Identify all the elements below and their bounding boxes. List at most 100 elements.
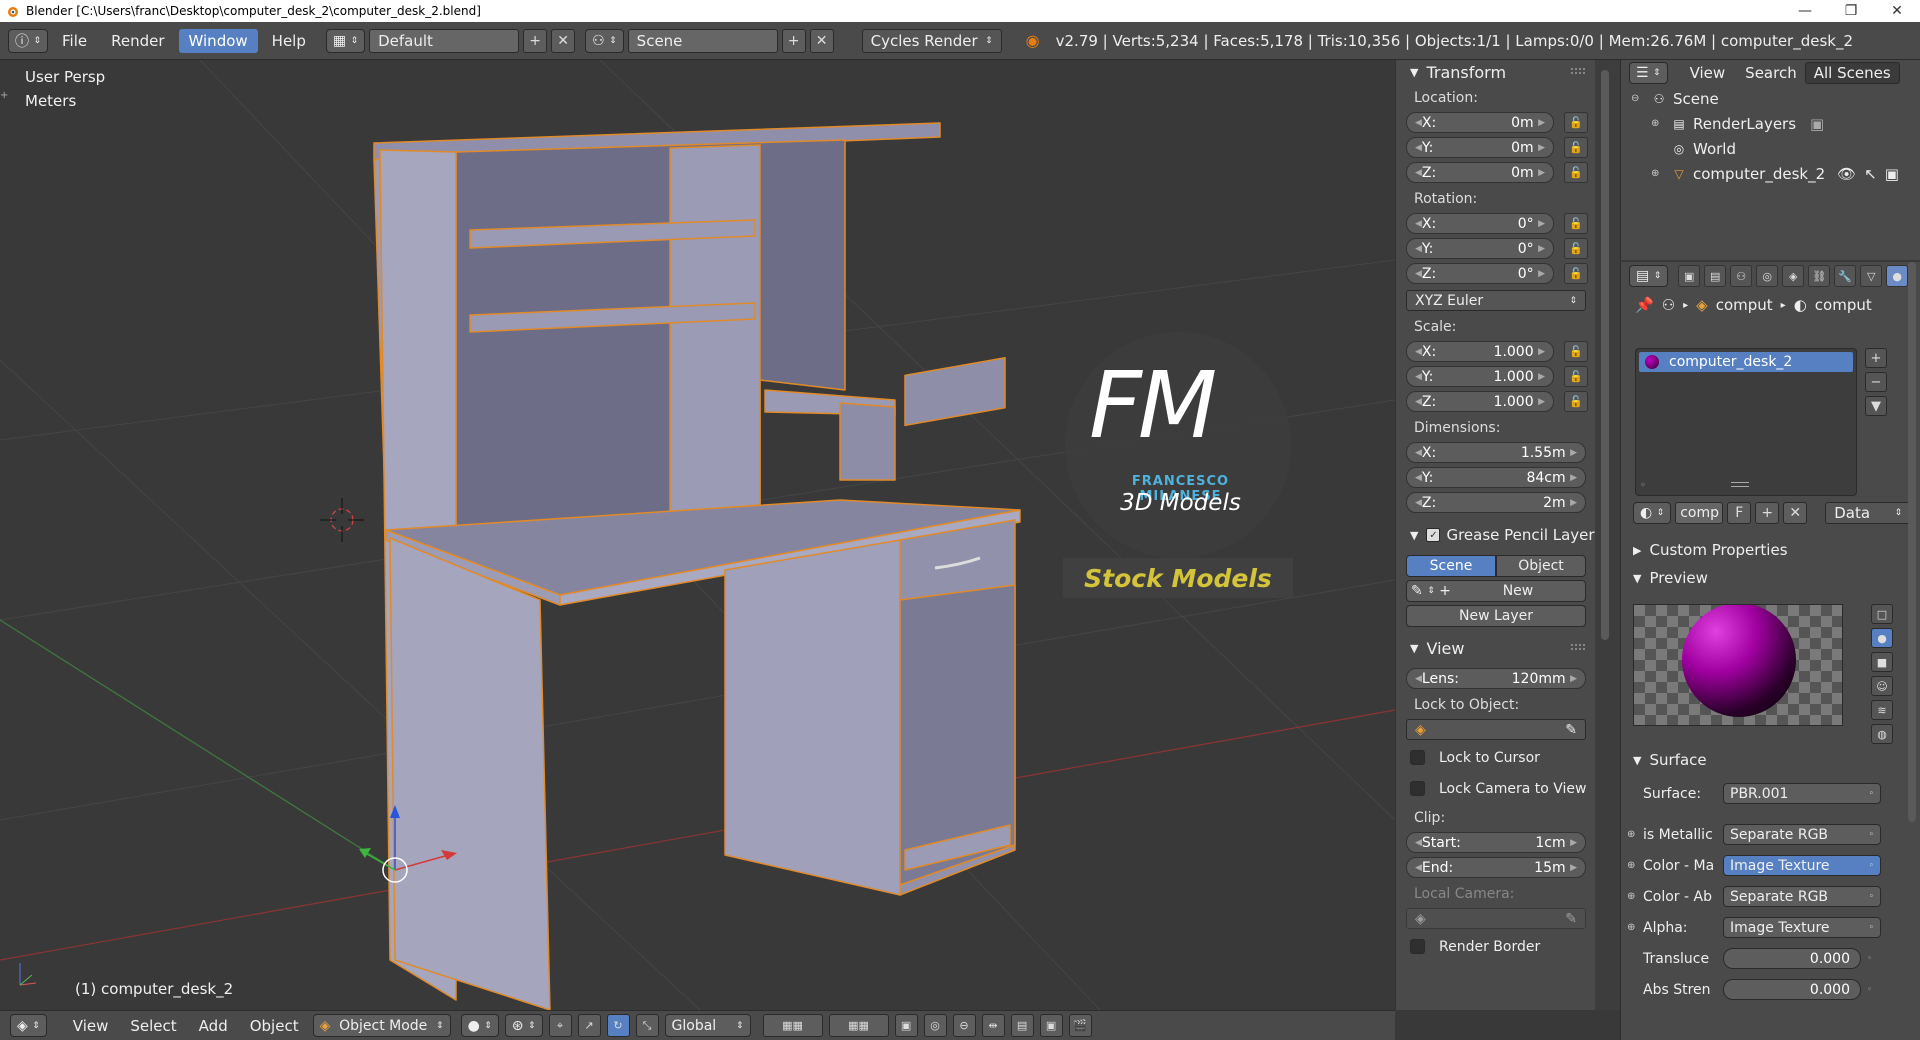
preview-header[interactable]: ▼ Preview (1621, 566, 1911, 590)
dimensions-z-field[interactable]: ◀ Z: 2m ▶ (1406, 492, 1586, 513)
lock-icon[interactable]: 🔓 (1564, 137, 1588, 158)
slot-specials-arrow-icon[interactable]: ▼ (1865, 396, 1887, 416)
object-tab-icon[interactable]: ◈ (1782, 265, 1805, 287)
world-tab-icon[interactable]: ◎ (1756, 265, 1779, 287)
rotate-manipulator-icon[interactable]: ↻ (606, 1014, 630, 1037)
preview-hair-icon[interactable]: ≋ (1871, 700, 1893, 720)
scene-field[interactable]: Scene (627, 28, 778, 53)
unlink-material-x-icon[interactable]: ✕ (1783, 502, 1808, 524)
transform-orientation-dropdown[interactable]: Global ⇕ (664, 1014, 751, 1037)
abs-strength-slider[interactable]: 0.000 (1723, 979, 1861, 1000)
minimize-button[interactable]: — (1782, 0, 1828, 22)
outliner-display-mode[interactable]: All Scenes (1804, 62, 1900, 84)
editor-type-info-button[interactable]: ⓘ ⇕ (8, 28, 48, 53)
maximize-button[interactable]: ❐ (1828, 0, 1874, 22)
lock-icon[interactable]: 🔓 (1564, 341, 1588, 362)
lock-object-field[interactable]: ◈ ✎ (1406, 719, 1586, 740)
location-x-field[interactable]: ◀ X: 0m ▶ (1406, 112, 1554, 133)
lock-icon[interactable]: 🔓 (1564, 263, 1588, 284)
lock-layers-icon[interactable]: ▣ (894, 1014, 918, 1037)
tree-item-scene[interactable]: ⊖ ⚇ Scene (1621, 86, 1920, 111)
render-engine-dropdown[interactable]: Cycles Render ⇕ (861, 28, 1002, 53)
onion-skin-icon[interactable]: ▤ (1010, 1014, 1034, 1037)
render-camera-icon[interactable]: ▣ (1885, 165, 1899, 183)
menu-view[interactable]: View (65, 1015, 117, 1037)
material-tab-icon[interactable]: ● (1886, 265, 1909, 287)
layers-grid-2-icon[interactable]: ▦▦ (828, 1014, 889, 1037)
mode-dropdown[interactable]: ◈ Object Mode ⇕ (312, 1014, 451, 1037)
socket-expand-icon[interactable]: ⊕ (1627, 829, 1637, 840)
shelf-scrollbar[interactable] (1601, 70, 1609, 640)
translate-manipulator-icon[interactable]: ↗ (577, 1014, 601, 1037)
lock-camera-row[interactable]: Lock Camera to View (1396, 773, 1595, 804)
scale-manipulator-icon[interactable]: ⤡ (635, 1014, 659, 1037)
lock-icon[interactable]: 🔓 (1564, 238, 1588, 259)
scale-z-field[interactable]: ◀ Z: 1.000 ▶ (1406, 391, 1554, 412)
pin-icon[interactable]: 📌 (1635, 296, 1654, 314)
scale-x-field[interactable]: ◀ X: 1.000 ▶ (1406, 341, 1554, 362)
material-browse-button[interactable]: ◐ ⇕ (1633, 502, 1672, 524)
input-link-button[interactable]: Image Texture ◦ (1723, 855, 1881, 876)
outliner-view-menu[interactable]: View (1690, 64, 1726, 82)
dimensions-y-field[interactable]: ◀ Y: 84cm ▶ (1406, 467, 1586, 488)
fake-user-button[interactable]: F (1727, 502, 1752, 524)
pivot-point-dropdown[interactable]: ⊛ ⇕ (504, 1014, 543, 1037)
3d-viewport[interactable]: + User Persp Meters (1) computer_desk_2 (0, 60, 1395, 1010)
surface-shader-button[interactable]: PBR.001 ◦ (1723, 783, 1881, 804)
proportional-edit-icon[interactable]: ◎ (923, 1014, 947, 1037)
drag-grip-icon[interactable] (1571, 644, 1585, 650)
scale-y-field[interactable]: ◀ Y: 1.000 ▶ (1406, 366, 1554, 387)
render-layers-tab-icon[interactable]: ▤ (1704, 265, 1727, 287)
editor-type-3d-button[interactable]: ◈ ⇕ (10, 1014, 47, 1037)
socket-link-icon[interactable]: ◦ (1867, 985, 1872, 995)
outliner-editor-type-button[interactable]: ☰ ⇕ (1629, 62, 1668, 84)
object-tab[interactable]: Object (1496, 554, 1586, 577)
scene-selector-button[interactable]: ⚇ ⇕ (585, 28, 624, 53)
lock-icon[interactable]: 🔓 (1564, 391, 1588, 412)
screen-layout-button[interactable]: ▦ ⇕ (325, 28, 366, 53)
lens-field[interactable]: ◀ Lens: 120mm ▶ (1406, 668, 1586, 689)
tree-item-computer-desk[interactable]: ⊕ ▽ computer_desk_2 👁 ↖ ▣ (1621, 161, 1920, 186)
remove-layout-x-icon[interactable]: ✕ (551, 28, 576, 53)
transform-panel-header[interactable]: ▼ Transform (1396, 60, 1595, 84)
socket-expand-icon[interactable]: ⊕ (1627, 860, 1637, 871)
selectable-cursor-icon[interactable]: ↖ (1864, 165, 1877, 183)
link-mode-dropdown[interactable]: Data ⇕ (1825, 502, 1912, 524)
lock-to-cursor-row[interactable]: Lock to Cursor (1396, 742, 1595, 773)
checkbox-checked-icon[interactable]: ✓ (1426, 528, 1441, 542)
rotation-mode-dropdown[interactable]: XYZ Euler ⇕ (1406, 290, 1586, 311)
input-link-button[interactable]: Separate RGB ◦ (1723, 886, 1881, 907)
lock-icon[interactable]: 🔓 (1564, 213, 1588, 234)
remove-slot-minus-icon[interactable]: − (1865, 372, 1887, 392)
modifiers-tab-icon[interactable]: 🔧 (1834, 265, 1857, 287)
preview-shaderball-icon[interactable]: ◍ (1871, 724, 1893, 744)
render-animation-icon[interactable]: 🎬 (1068, 1014, 1092, 1037)
render-preview-icon[interactable]: ▣ (1039, 1014, 1063, 1037)
new-layer-button[interactable]: New Layer (1406, 604, 1586, 627)
new-material-plus-icon[interactable]: + (1755, 502, 1780, 524)
lock-camera-checkbox[interactable] (1410, 781, 1425, 796)
expand-icon[interactable]: ⊕ (1651, 118, 1665, 129)
rotation-y-field[interactable]: ◀ Y: 0° ▶ (1406, 238, 1554, 259)
render-tab-icon[interactable]: ▣ (1678, 265, 1701, 287)
tree-item-renderlayers[interactable]: ⊕ ▤ RenderLayers ▣ (1621, 111, 1920, 136)
material-slot-row[interactable]: computer_desk_2 (1639, 352, 1853, 372)
translucency-slider[interactable]: 0.000 (1723, 948, 1861, 969)
expand-icon[interactable]: ⊕ (1651, 168, 1665, 179)
location-y-field[interactable]: ◀ Y: 0m ▶ (1406, 137, 1554, 158)
lock-icon[interactable]: 🔓 (1564, 366, 1588, 387)
lock-icon[interactable]: 🔓 (1564, 162, 1588, 183)
add-scene-plus-icon[interactable]: + (781, 28, 806, 53)
menu-add[interactable]: Add (191, 1015, 236, 1037)
properties-editor-type-button[interactable]: ▤ ⇕ (1629, 265, 1669, 287)
layers-grid-1-icon[interactable]: ▦▦ (762, 1014, 823, 1037)
data-tab-icon[interactable]: ▽ (1860, 265, 1883, 287)
lock-to-cursor-checkbox[interactable] (1410, 750, 1425, 765)
menu-window[interactable]: Window (178, 28, 258, 53)
viewport-shading-dropdown[interactable]: ● ⇕ (460, 1014, 499, 1037)
properties-scrollbar[interactable] (1908, 262, 1916, 822)
lock-icon[interactable]: 🔓 (1564, 112, 1588, 133)
preview-flat-icon[interactable]: □ (1871, 604, 1893, 624)
menu-select[interactable]: Select (122, 1015, 184, 1037)
input-link-button[interactable]: Image Texture ◦ (1723, 917, 1881, 938)
